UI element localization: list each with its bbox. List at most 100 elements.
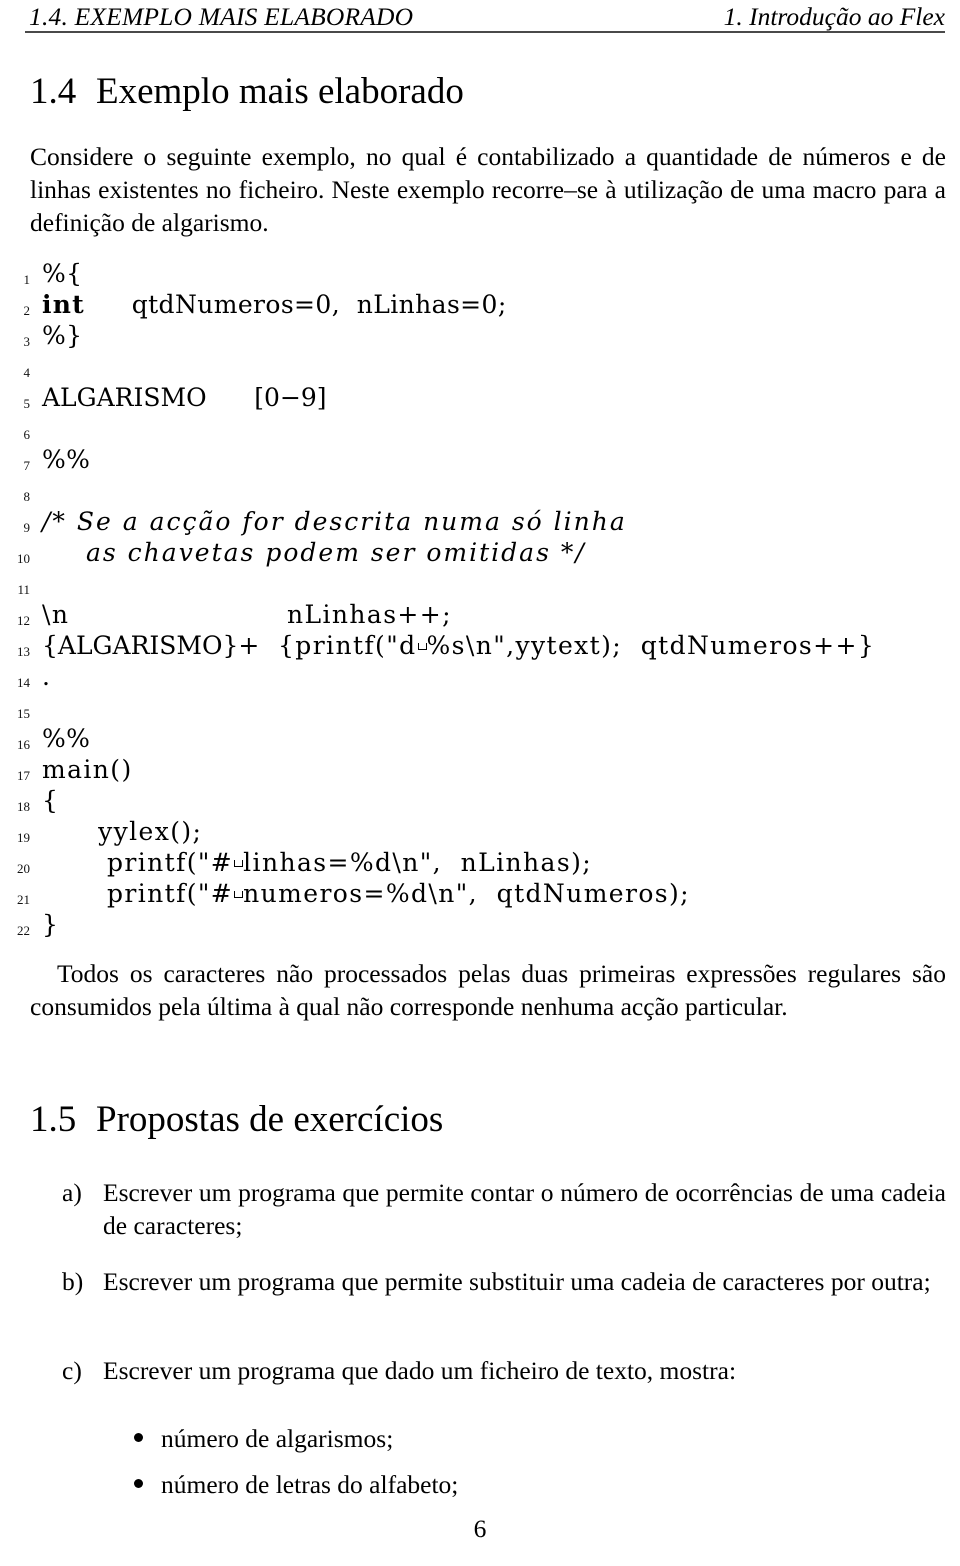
line-number: 21 — [17, 892, 30, 907]
code-action: {printf("d %s\n",yytext); qtdNumeros++} — [278, 631, 875, 660]
code-line: 12 \n nLinhas++; — [0, 599, 960, 630]
code-text-suffix: linhas=%d\n", nLinhas); — [243, 848, 593, 877]
code-keyword: int — [42, 290, 85, 319]
header-left-title: 1.4. EXEMPLO MAIS ELABORADO — [29, 2, 414, 31]
line-number: 2 — [23, 303, 31, 318]
line-number: 5 — [23, 396, 31, 411]
code-text: main() — [42, 755, 133, 784]
running-header: 1.4. EXEMPLO MAIS ELABORADO 1. Introduçã… — [25, 0, 945, 34]
line-number: 15 — [17, 706, 30, 721]
code-text: yylex(); — [42, 817, 203, 846]
line-number: 20 — [17, 861, 30, 876]
exercise-marker: b) — [62, 1267, 84, 1296]
post-code-paragraph: Todos os caracteres não processados pela… — [30, 957, 946, 1023]
code-line: 22 } — [0, 909, 960, 940]
section-heading-1-4: 1.4 Exemplo mais elaborado — [30, 70, 464, 113]
code-comment: /* Se a acção for descrita numa só linha — [42, 507, 627, 536]
code-line: 21 printf("# numeros=%d\n", qtdNumeros); — [0, 878, 960, 909]
intro-paragraph: Considere o seguinte exemplo, no qual é … — [30, 140, 946, 239]
code-line: 11 — [0, 568, 960, 599]
line-number: 14 — [17, 675, 30, 690]
section-heading-1-5: 1.5 Propostas de exercícios — [30, 1098, 443, 1141]
code-line: 6 — [0, 413, 960, 444]
exercise-text: Escrever um programa que dado um ficheir… — [103, 1356, 737, 1385]
line-number: 19 — [17, 830, 30, 845]
code-text: %% — [42, 724, 91, 753]
line-number: 17 — [17, 768, 30, 783]
exercise-item-c: c) Escrever um programa que dado um fich… — [62, 1354, 946, 1387]
code-text-prefix: printf("# — [107, 848, 234, 877]
code-line: 3 %} — [0, 320, 960, 351]
bullet-list-item: número de letras do alfabeto; — [134, 1468, 458, 1501]
code-text: ALGARISMO [0−9] — [42, 383, 327, 412]
code-pattern: {ALGARISMO}+ — [42, 631, 260, 660]
code-text: %{ — [42, 259, 83, 288]
code-line: 18 { — [0, 785, 960, 816]
line-number: 13 — [17, 644, 30, 659]
section-number: 1.4 — [30, 71, 77, 112]
line-number: 1 — [23, 272, 31, 287]
code-text: { — [42, 786, 59, 815]
bullet-list-item: número de algarismos; — [134, 1422, 393, 1455]
code-line: 2 int qtdNumeros=0, nLinhas=0; — [0, 289, 960, 320]
section-title: Propostas de exercícios — [96, 1099, 444, 1140]
line-number: 9 — [23, 520, 31, 535]
code-line: 8 — [0, 475, 960, 506]
line-number: 22 — [17, 923, 30, 938]
section-title: Exemplo mais elaborado — [96, 71, 464, 112]
post-code-paragraph-text: Todos os caracteres não processados pela… — [30, 959, 946, 1021]
code-text: } — [42, 910, 59, 939]
code-line: 19 yylex(); — [0, 816, 960, 847]
code-action-suffix: %s\n",yytext); qtdNumeros++} — [426, 631, 876, 660]
code-line: 5 ALGARISMO [0−9] — [0, 382, 960, 413]
line-number: 11 — [17, 582, 30, 597]
exercise-marker: a) — [62, 1178, 82, 1207]
line-number: 7 — [23, 458, 31, 473]
code-action-prefix: {printf("d — [278, 631, 417, 660]
code-line: 1 %{ — [0, 258, 960, 289]
code-line: 7 %% — [0, 444, 960, 475]
code-listing: 1 %{ 2 int qtdNumeros=0, nLinhas=0; 3 %}… — [0, 258, 960, 940]
bullet-dot-icon — [134, 1433, 143, 1442]
intro-paragraph-text: Considere o seguinte exemplo, no qual é … — [30, 142, 946, 237]
bullet-text: número de algarismos; — [161, 1424, 394, 1453]
code-text: printf("# linhas=%d\n", nLinhas); — [107, 848, 592, 877]
bullet-text: número de letras do alfabeto; — [161, 1470, 459, 1499]
code-text: %% — [42, 445, 91, 474]
code-text-prefix: printf("# — [107, 879, 234, 908]
line-number: 12 — [17, 613, 30, 628]
code-text: %} — [42, 321, 83, 350]
code-text-suffix: numeros=%d\n", qtdNumeros); — [243, 879, 690, 908]
section-number: 1.5 — [30, 1099, 77, 1140]
line-number: 18 — [17, 799, 30, 814]
code-line: 4 — [0, 351, 960, 382]
exercise-text: Escrever um programa que permite substit… — [103, 1267, 931, 1296]
line-number: 3 — [23, 334, 31, 349]
exercise-item-b: b) Escrever um programa que permite subs… — [62, 1265, 946, 1298]
code-pattern: \n — [42, 600, 70, 629]
code-line: 17 main() — [0, 754, 960, 785]
code-line: 10 as chavetas podem ser omitidas */ — [0, 537, 960, 568]
line-number: 4 — [23, 365, 31, 380]
line-number: 16 — [17, 737, 30, 752]
code-line: 15 — [0, 692, 960, 723]
line-number: 10 — [17, 551, 30, 566]
code-text: . — [42, 662, 51, 691]
code-comment: as chavetas podem ser omitidas */ — [86, 538, 586, 567]
exercise-marker: c) — [62, 1356, 82, 1385]
code-action: nLinhas++; — [287, 600, 452, 629]
code-line: 16 %% — [0, 723, 960, 754]
bullet-dot-icon — [134, 1479, 143, 1488]
code-text: printf("# numeros=%d\n", qtdNumeros); — [107, 879, 690, 908]
line-number: 8 — [23, 489, 31, 504]
exercise-item-a: a) Escrever um programa que permite cont… — [62, 1176, 946, 1242]
header-rule-divider — [25, 31, 945, 33]
page-number: 6 — [473, 1514, 487, 1543]
line-number: 6 — [23, 427, 31, 442]
code-line: 9 /* Se a acção for descrita numa só lin… — [0, 506, 960, 537]
code-line: 14 . — [0, 661, 960, 692]
exercise-text: Escrever um programa que permite contar … — [103, 1178, 946, 1240]
code-text: qtdNumeros=0, nLinhas=0; — [115, 290, 507, 319]
header-right-chapter: 1. Introdução ao Flex — [723, 2, 945, 31]
code-line: 13 {ALGARISMO}+ {printf("d %s\n",yytext);… — [0, 630, 960, 661]
